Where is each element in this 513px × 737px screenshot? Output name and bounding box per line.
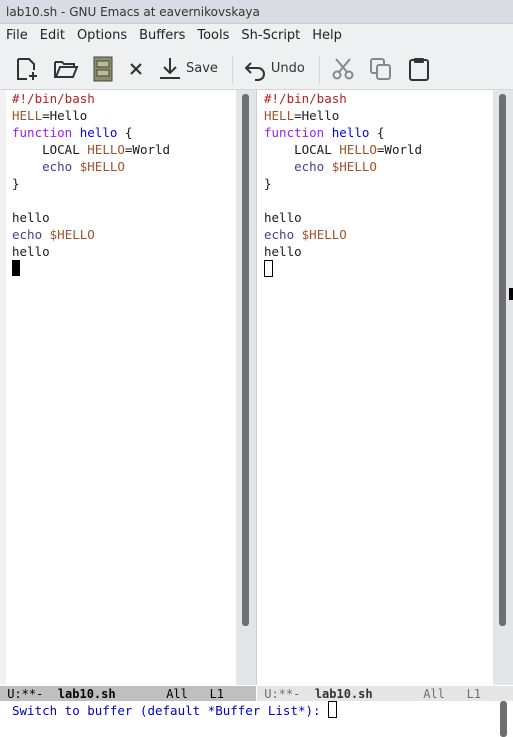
shebang-line: #!/bin/bash xyxy=(264,91,347,106)
code-text: { xyxy=(369,125,385,140)
mode-line-right[interactable]: U:**- lab10.sh All L1 xyxy=(257,685,513,701)
copy-button[interactable] xyxy=(368,54,394,84)
minibuffer[interactable]: Switch to buffer (default *Buffer List*)… xyxy=(0,701,513,737)
var-name: HELLO xyxy=(87,142,125,157)
modeline-position: All xyxy=(423,687,445,701)
menu-file[interactable]: File xyxy=(0,24,34,48)
scrollbar-left[interactable] xyxy=(236,90,256,685)
scrollbar-thumb[interactable] xyxy=(242,94,249,626)
file-cabinet-icon xyxy=(93,56,113,81)
keyword: function xyxy=(264,125,325,140)
code-text: hello xyxy=(264,244,302,259)
minibuffer-prompt: Switch to buffer (default *Buffer List*)… xyxy=(12,703,329,718)
copy-icon xyxy=(369,57,391,80)
text-cursor xyxy=(12,260,20,276)
minibuffer-cursor xyxy=(328,701,338,718)
code-text: =Hello xyxy=(42,108,88,123)
code-text: =World xyxy=(376,142,423,157)
code-text: LOCAL xyxy=(42,142,88,157)
builtin: echo xyxy=(264,227,295,242)
save-icon xyxy=(160,57,180,79)
modeline-status: U:**- xyxy=(7,687,44,701)
keyword: function xyxy=(12,125,73,140)
code-text: } xyxy=(12,176,20,191)
clipboard-icon xyxy=(408,57,429,81)
var-ref: $HELLO xyxy=(49,227,95,242)
code-text: =World xyxy=(124,142,171,157)
code-text: { xyxy=(117,125,133,140)
toolbar-separator xyxy=(231,54,233,83)
var-name: HELL xyxy=(12,108,43,123)
dired-button[interactable] xyxy=(92,54,114,84)
menu-edit[interactable]: Edit xyxy=(34,24,71,48)
editor-window-left[interactable]: #!/bin/bash HELL=Hello function hello { … xyxy=(0,90,256,685)
code-text: =Hello xyxy=(294,108,340,123)
scrollbar-thumb[interactable] xyxy=(499,94,506,626)
var-name: HELL xyxy=(264,108,295,123)
undo-label: Undo xyxy=(270,61,305,76)
mouse-pointer xyxy=(509,288,513,300)
open-file-button[interactable] xyxy=(52,54,80,84)
modeline-line: L1 xyxy=(209,687,225,701)
builtin: echo xyxy=(12,227,43,242)
buffer-text[interactable]: #!/bin/bash HELL=Hello function hello { … xyxy=(264,90,422,278)
menu-sh-script[interactable]: Sh-Script xyxy=(235,24,306,48)
left-fringe xyxy=(0,90,6,685)
menu-help[interactable]: Help xyxy=(306,24,348,48)
open-folder-icon xyxy=(54,60,79,78)
new-file-button[interactable] xyxy=(14,54,40,84)
buffer-text[interactable]: #!/bin/bash HELL=Hello function hello { … xyxy=(12,90,170,277)
scrollbar-right[interactable] xyxy=(493,90,513,685)
close-buffer-button[interactable] xyxy=(126,54,146,84)
var-ref: $HELLO xyxy=(331,159,377,174)
menu-options[interactable]: Options xyxy=(71,24,133,48)
new-file-icon xyxy=(17,57,37,80)
modeline-line: L1 xyxy=(466,687,482,701)
function-name: hello xyxy=(331,125,370,140)
save-label: Save xyxy=(186,61,218,76)
undo-icon xyxy=(244,61,265,81)
var-name: HELLO xyxy=(339,142,377,157)
modeline-status: U:**- xyxy=(264,687,301,701)
shebang-line: #!/bin/bash xyxy=(12,91,95,106)
builtin: echo xyxy=(294,159,325,174)
builtin: echo xyxy=(42,159,73,174)
editor-window-right[interactable]: #!/bin/bash HELL=Hello function hello { … xyxy=(257,90,513,685)
text-cursor xyxy=(264,260,273,277)
modeline-buffer-name[interactable]: lab10.sh xyxy=(315,687,373,701)
function-name: hello xyxy=(79,125,118,140)
var-ref: $HELLO xyxy=(301,227,347,242)
modeline-position: All xyxy=(166,687,188,701)
code-text: hello xyxy=(12,244,50,259)
toolbar: Save Undo xyxy=(0,48,513,90)
undo-button[interactable]: Undo xyxy=(243,54,305,84)
modeline-buffer-name[interactable]: lab10.sh xyxy=(58,687,116,701)
menu-buffers[interactable]: Buffers xyxy=(133,24,191,48)
code-text: } xyxy=(264,176,272,191)
paste-button[interactable] xyxy=(406,54,432,84)
menu-bar: File Edit Options Buffers Tools Sh-Scrip… xyxy=(0,24,513,48)
close-icon xyxy=(130,62,142,75)
scissors-icon xyxy=(332,57,354,79)
code-text: hello xyxy=(264,210,302,225)
cut-button[interactable] xyxy=(330,54,356,84)
code-text: hello xyxy=(12,210,50,225)
save-button[interactable]: Save xyxy=(158,54,218,84)
mode-line-left[interactable]: U:**- lab10.sh All L1 xyxy=(0,685,256,701)
window-title: lab10.sh - GNU Emacs at eavernikovskaya xyxy=(0,0,513,24)
code-text: LOCAL xyxy=(294,142,340,157)
var-ref: $HELLO xyxy=(79,159,125,174)
toolbar-separator xyxy=(318,54,320,83)
menu-tools[interactable]: Tools xyxy=(191,24,235,48)
minibuffer-scrollbar[interactable] xyxy=(500,701,507,737)
